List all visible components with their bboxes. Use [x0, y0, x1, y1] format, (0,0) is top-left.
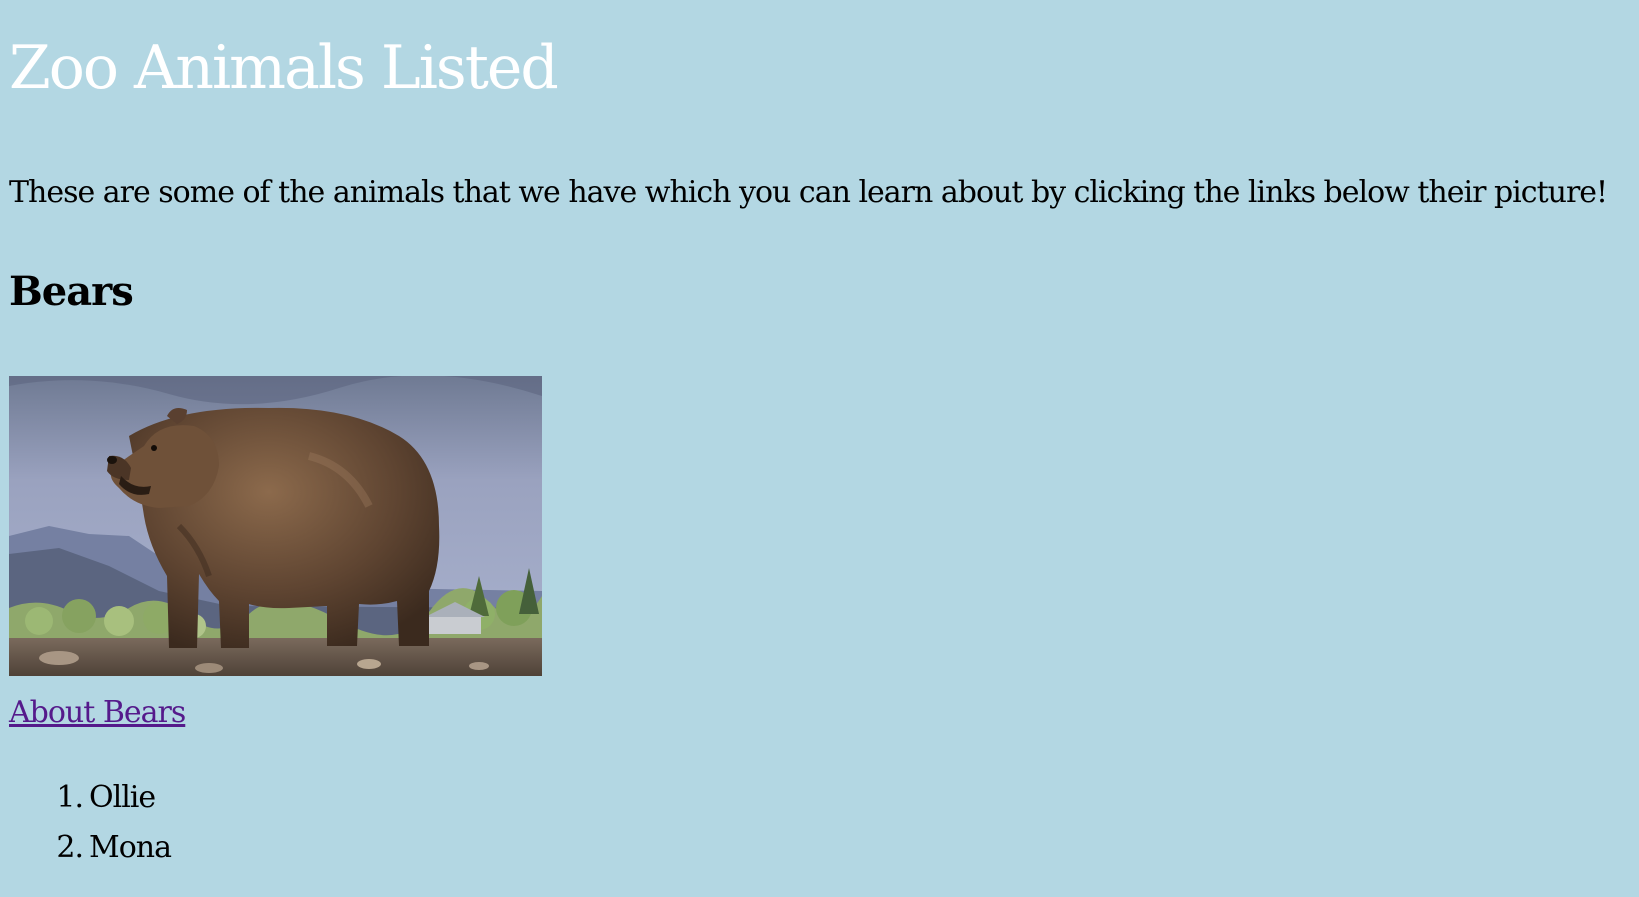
section-heading-bears: Bears: [9, 268, 134, 315]
page-title: Zoo Animals Listed: [9, 33, 559, 103]
bear-photo: [9, 376, 542, 676]
list-item-number: 1.: [56, 780, 84, 815]
list-item-number: 2.: [56, 830, 84, 865]
list-item-name: Ollie: [89, 780, 156, 815]
list-item-name: Mona: [89, 830, 172, 865]
list-item: 2. Mona: [0, 823, 172, 873]
list-item: 1. Ollie: [0, 773, 171, 823]
about-bears-link[interactable]: About Bears: [9, 691, 186, 735]
intro-text: These are some of the animals that we ha…: [9, 175, 1608, 210]
bear-names-list: 1. Ollie 2. Mona: [0, 773, 172, 873]
